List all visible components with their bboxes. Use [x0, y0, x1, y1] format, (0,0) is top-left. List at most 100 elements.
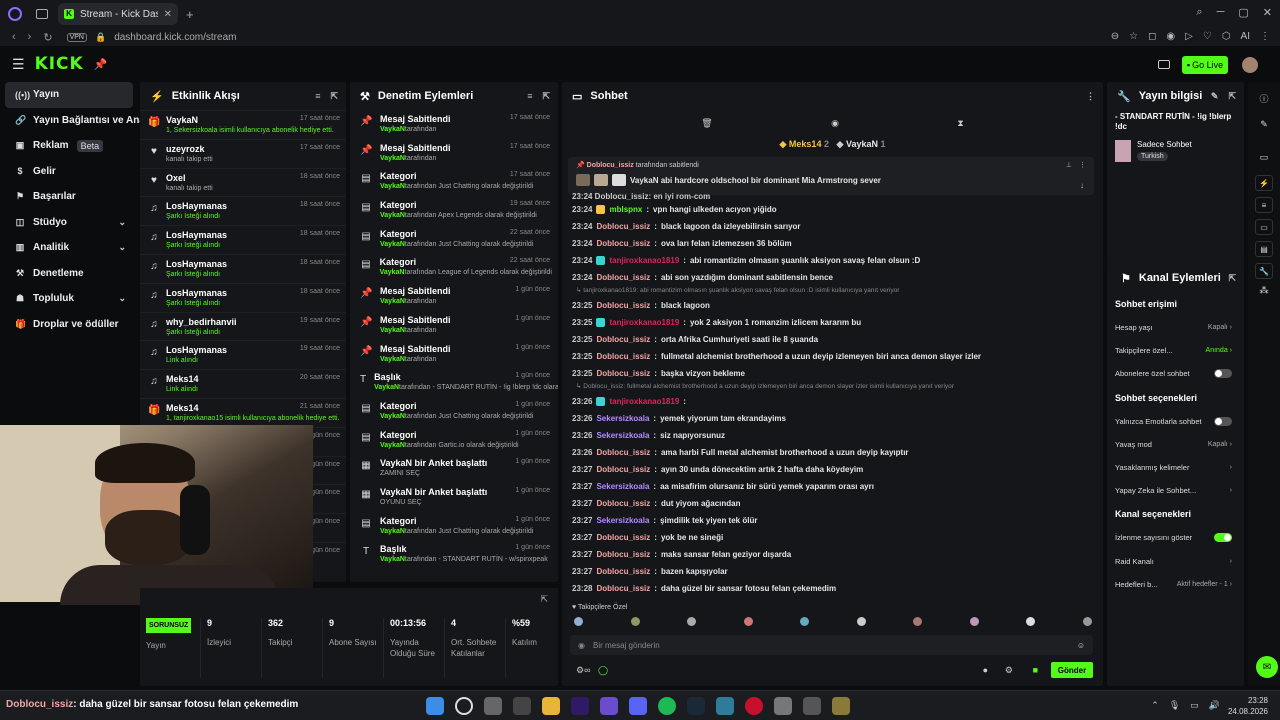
chat-message[interactable]: 23:26 Sekersizkoala: yemek yiyorum tam ekr… — [572, 410, 1092, 427]
after-effects-icon[interactable] — [571, 697, 589, 715]
message-user[interactable]: Doblocu_issiz — [596, 301, 650, 310]
event-item[interactable]: ♫ LosHaymanas Şarkı İsteği alındı 18 saat ö… — [140, 196, 346, 225]
sidebar-item[interactable]: ⚒ Denetleme — [0, 261, 138, 287]
menu-icon[interactable]: ⋮ — [1260, 31, 1270, 42]
popout-icon[interactable]: ⇱ — [1228, 273, 1236, 284]
sidebar-item[interactable]: ((•)) Yayın — [5, 82, 133, 108]
app-icon[interactable] — [803, 697, 821, 715]
moderation-item[interactable]: ▤ Kategori VaykaNtarafından Just Chatting … — [350, 512, 558, 541]
message-user[interactable]: Doblocu_issiz — [596, 499, 650, 508]
message-user[interactable]: Sekersizkoala — [596, 482, 649, 491]
windows-start-icon[interactable] — [426, 697, 444, 715]
smile-icon[interactable]: ◉ — [578, 641, 585, 650]
message-user[interactable]: mblspnx — [609, 205, 642, 214]
moderation-item[interactable]: T Başlık VaykaNtarafından - STANDART RUTİN… — [350, 368, 558, 397]
chat-message[interactable]: 23:27 Doblocu_issiz: dut yiyom ağacından — [572, 495, 1092, 512]
message-user[interactable]: Doblocu_issiz — [596, 448, 650, 457]
chat-message[interactable]: 23:27 Sekersizkoala: aa misafirim olursanı… — [572, 478, 1092, 495]
pin-icon[interactable]: 📌 — [94, 58, 108, 71]
kick-logo[interactable]: KICK — [35, 54, 84, 74]
event-item[interactable]: ♫ Meks14 Link alındı 20 saat önce — [140, 369, 346, 398]
wrench-icon[interactable]: 🔧 — [1255, 263, 1273, 279]
zoom-icon[interactable]: ⊖ — [1111, 31, 1119, 42]
setting-row[interactable]: Takipçilere özel... Anında › — [1107, 339, 1244, 362]
event-item[interactable]: 🎁 VaykaN 1, Sekersizkoala isimli kullanıcı… — [140, 110, 346, 139]
event-item[interactable]: 🎁 Meks14 1, tanjiroxkanao15 isimli kullanı… — [140, 397, 346, 427]
more-icon[interactable]: ⋮ — [1086, 91, 1095, 102]
network-icon[interactable]: ⁂ — [1248, 285, 1280, 296]
event-item[interactable]: ♫ LosHaymanas Şarkı İsteği alındı 18 saat ö… — [140, 225, 346, 254]
bookmark-icon[interactable]: ☆ — [1129, 31, 1138, 42]
task-view-icon[interactable] — [484, 697, 502, 715]
chat-message[interactable]: 23:25 Doblocu_issiz: fullmetal alchemist b… — [572, 348, 1092, 365]
list-icon[interactable]: ≡ — [1255, 197, 1273, 213]
emote-icon[interactable] — [969, 617, 979, 626]
display-icon[interactable]: ▭ — [1248, 152, 1280, 163]
event-item[interactable]: ♫ why_bedirhanvii Şarkı İsteği alındı 19 sa… — [140, 311, 346, 341]
sidebar-item[interactable]: ☗ Topluluk ⌄ — [0, 286, 138, 312]
chat-message[interactable]: 23:26 tanjiroxkanao1819: — [572, 393, 1092, 410]
emote-icon[interactable] — [913, 617, 922, 626]
network-icon[interactable]: ▭ — [1190, 700, 1199, 711]
message-user[interactable]: Doblocu_issiz — [596, 222, 650, 231]
chat-message[interactable]: 23:27 Doblocu_issiz: ayın 30 unda dönecekt… — [572, 461, 1092, 478]
close-tab-icon[interactable]: ✕ — [164, 9, 172, 20]
chat-message[interactable]: 23:26 Doblocu_issiz: ama harbi Full metal … — [572, 444, 1092, 461]
message-user[interactable]: Sekersizkoala — [596, 431, 649, 440]
event-item[interactable]: ♥ Oxel kanalı takip etti 18 saat önce — [140, 167, 346, 197]
close-window-icon[interactable]: ✕ — [1263, 6, 1272, 19]
back-icon[interactable]: ‹ — [12, 31, 16, 43]
forward-icon[interactable]: › — [28, 31, 32, 43]
message-user[interactable]: Doblocu_issiz — [596, 369, 650, 378]
info-icon[interactable]: ⓘ — [1248, 92, 1280, 105]
mic-icon[interactable]: 🎙 — [1169, 700, 1180, 711]
event-item[interactable]: ♫ LosHaymanas Şarkı İsteği alındı 18 saat ö… — [140, 282, 346, 312]
toggle-switch[interactable] — [1214, 533, 1232, 543]
proton-icon[interactable] — [600, 697, 618, 715]
popout-icon[interactable]: ⇱ — [540, 594, 548, 605]
message-user[interactable]: Doblocu_issiz — [596, 533, 650, 542]
edit-icon[interactable]: ✎ — [1211, 91, 1219, 102]
opera-icon[interactable] — [745, 697, 763, 715]
trash-icon[interactable]: 🗑 — [701, 118, 712, 129]
app-icon[interactable] — [716, 697, 734, 715]
filter-icon[interactable]: ≡ — [527, 91, 532, 102]
emote-icon[interactable] — [743, 617, 753, 626]
gear-icon[interactable]: ⚙ — [1005, 665, 1013, 676]
chat-message[interactable]: 23:25 tanjiroxkanao1819: yok 2 aksiyon 1 r… — [572, 314, 1092, 331]
moderation-item[interactable]: ▦ VaykaN bir Anket başlattı ZAMINI SEÇ 1 gü… — [350, 454, 558, 483]
chat-message[interactable]: 23:24 tanjiroxkanao1819: abi romantizim ol… — [572, 252, 1092, 269]
chevron-down-icon[interactable]: ⌄ — [118, 242, 126, 253]
chat-message[interactable]: 23:27 Doblocu_issiz: bazen kapışıyolar — [572, 563, 1092, 580]
go-live-button[interactable]: ▪ Go Live — [1182, 56, 1228, 74]
sidebar-item[interactable]: ◫ Stüdyo ⌄ — [0, 210, 138, 236]
edit-icon[interactable]: ✎ — [1248, 119, 1280, 130]
chat-bubble-icon[interactable]: ◉ — [831, 118, 839, 129]
moderation-item[interactable]: T Başlık VaykaNtarafından - STANDART RUTİN… — [350, 540, 558, 569]
clock[interactable]: 23:28 24.08.2026 — [1228, 695, 1268, 717]
event-item[interactable]: ♫ LosHaymanas Şarkı İsteği alındı 18 saat ö… — [140, 253, 346, 283]
chat-message[interactable]: 23:26 Sekersizkoala: siz napıyorsunuz — [572, 427, 1092, 444]
moderation-item[interactable]: ▦ VaykaN bir Anket başlattı OYUNU SEÇ 1 gün… — [350, 483, 558, 512]
hourglass-icon[interactable]: ⧗ — [957, 118, 963, 129]
chat-icon[interactable]: ● — [983, 665, 988, 675]
display-icon[interactable] — [1158, 60, 1170, 69]
chat-message[interactable]: 23:27 Sekersizkoala: şimdilik tek yiyen te… — [572, 512, 1092, 529]
chat-message[interactable]: 23:25 Doblocu_issiz: orta Afrika Cumhuriye… — [572, 331, 1092, 348]
filter-icon[interactable]: ≡ — [315, 91, 320, 102]
workspaces-icon[interactable] — [36, 9, 48, 19]
kick-bot-icon[interactable]: ■ — [1033, 665, 1038, 675]
app-icon[interactable] — [513, 697, 531, 715]
popout-icon[interactable]: ⇱ — [330, 91, 338, 102]
opera-icon[interactable] — [8, 7, 22, 21]
chat-message[interactable]: 23:27 Doblocu_issiz: yok be ne sineği — [572, 529, 1092, 546]
folder-icon[interactable] — [542, 697, 560, 715]
stats-icon[interactable]: ▤ — [1255, 241, 1273, 257]
chat-message[interactable]: 23:24 mblspnx: vpn hangi ulkeden acıyon yi… — [572, 201, 1092, 218]
chevron-down-icon[interactable]: ⌄ — [118, 217, 126, 228]
chat-message[interactable]: 23:24 Doblocu_issiz: ova ları felan izleme… — [572, 235, 1092, 252]
message-user[interactable]: tanjiroxkanao1819 — [609, 397, 679, 406]
viewer-name[interactable]: VaykaN — [846, 139, 878, 149]
sidebar-item[interactable]: 🎁 Droplar ve ödüller — [0, 312, 138, 338]
sidebar-item[interactable]: ▥ Analitik ⌄ — [0, 235, 138, 261]
